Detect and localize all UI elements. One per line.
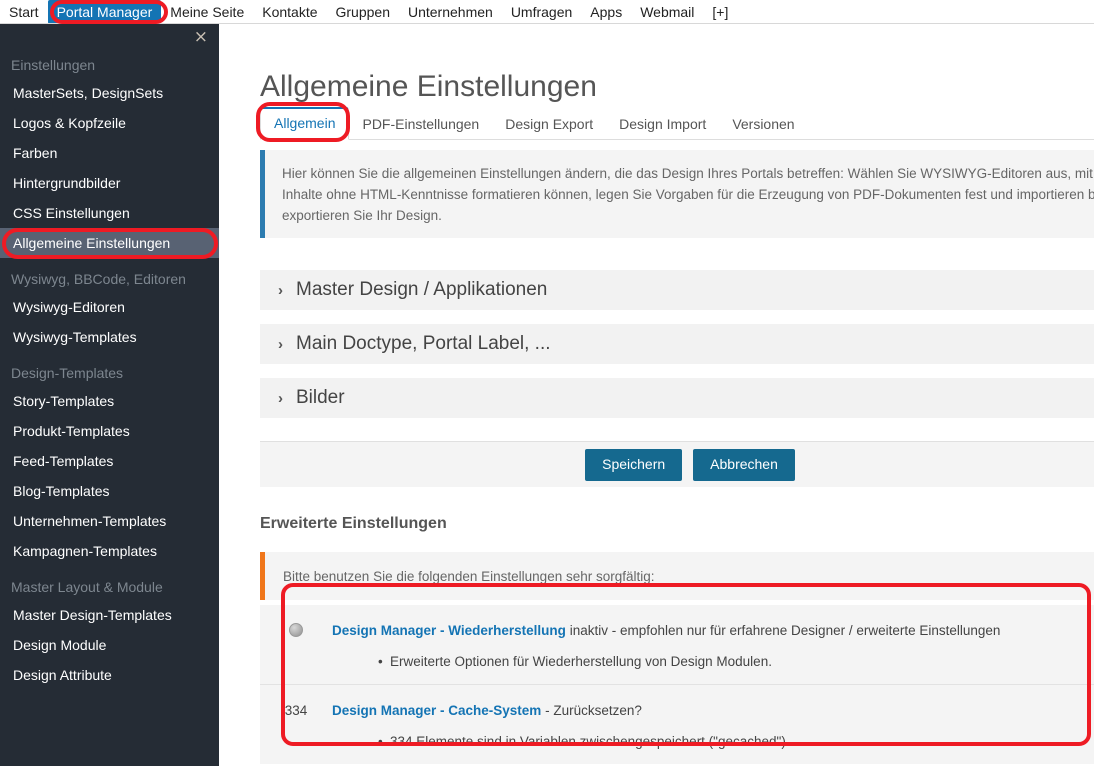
info-alert-line: Inhalte ohne HTML-Kenntnisse formatieren… — [282, 187, 1094, 202]
sidebar-item-allgemeine-einstellungen[interactable]: Allgemeine Einstellungen — [0, 228, 219, 258]
option-bullet-list: Erweiterte Optionen für Wiederherstellun… — [260, 652, 1094, 672]
sidebar-item-farben[interactable]: Farben — [0, 138, 219, 168]
close-icon[interactable]: × — [194, 29, 208, 46]
option-rest-text: - Zurücksetzen? — [541, 703, 642, 718]
tab-bar: Allgemein PDF-Einstellungen Design Export D… — [260, 107, 1094, 140]
sidebar-item-master-design-templates[interactable]: Master Design-Templates — [0, 600, 219, 630]
main-content: Allgemeine Einstellungen Allgemein PDF-Ei… — [219, 24, 1094, 766]
sidebar-item-design-attribute[interactable]: Design Attribute — [0, 660, 219, 690]
sidebar-item-design-module[interactable]: Design Module — [0, 630, 219, 660]
sidebar-menu: Einstellungen MasterSets, DesignSets Logos… — [0, 52, 219, 690]
topnav-item-kontakte[interactable]: Kontakte — [253, 0, 326, 24]
sidebar-item-logos-kopfzeile[interactable]: Logos & Kopfzeile — [0, 108, 219, 138]
sidebar-item-css-einstellungen[interactable]: CSS Einstellungen — [0, 198, 219, 228]
advanced-option-row: Design Manager - Wiederherstellung inakt… — [260, 605, 1094, 684]
accordion-label: Bilder — [296, 387, 345, 408]
sidebar: × Einstellungen MasterSets, DesignSets Log… — [0, 24, 219, 766]
topnav-item-apps[interactable]: Apps — [581, 0, 631, 24]
sidebar-item-wysiwyg-editoren[interactable]: Wysiwyg-Editoren — [0, 292, 219, 322]
option-text: Design Manager - Cache-System - Zurückse… — [332, 701, 642, 720]
option-text: Design Manager - Wiederherstellung inakt… — [332, 621, 1000, 640]
option-rest-text: inaktiv - empfohlen nur für erfahrene De… — [565, 623, 1001, 638]
accordion-main-doctype[interactable]: › Main Doctype, Portal Label, ... — [260, 324, 1094, 364]
sidebar-group-title: Wysiwyg, BBCode, Editoren — [11, 271, 186, 287]
sidebar-item-unternehmen-templates[interactable]: Unternehmen-Templates — [0, 506, 219, 536]
advanced-options-list: Design Manager - Wiederherstellung inakt… — [260, 605, 1094, 764]
advanced-settings-title: Erweiterte Einstellungen — [260, 515, 447, 532]
tab-design-import[interactable]: Design Import — [606, 109, 719, 140]
info-alert-line: exportieren Sie Ihr Design. — [282, 208, 442, 223]
topnav-item-webmail[interactable]: Webmail — [631, 0, 703, 24]
tab-design-export[interactable]: Design Export — [492, 109, 606, 140]
form-button-bar: Speichern Abbrechen — [260, 441, 1094, 487]
topnav-item-umfragen[interactable]: Umfragen — [502, 0, 581, 24]
tab-versionen[interactable]: Versionen — [719, 109, 807, 140]
info-alert-line: Hier können Sie die allgemeinen Einstell… — [282, 166, 1094, 181]
sidebar-group-title: Master Layout & Module — [11, 579, 163, 595]
option-link[interactable]: Design Manager - Wiederherstellung — [332, 623, 566, 638]
sidebar-item-feed-templates[interactable]: Feed-Templates — [0, 446, 219, 476]
topnav-item-portal-manager[interactable]: Portal Manager — [47, 0, 162, 24]
option-link[interactable]: Design Manager - Cache-System — [332, 703, 541, 718]
chevron-right-icon: › — [278, 335, 283, 353]
accordion-label: Master Design / Applikationen — [296, 279, 548, 300]
chevron-right-icon: › — [278, 389, 283, 407]
save-button[interactable]: Speichern — [585, 448, 683, 481]
advanced-option-row: 334 Design Manager - Cache-System - Zurüc… — [260, 684, 1094, 764]
chevron-right-icon: › — [278, 281, 283, 299]
info-alert: Hier können Sie die allgemeinen Einstell… — [260, 150, 1094, 238]
topnav-item-meine-seite[interactable]: Meine Seite — [161, 0, 253, 24]
topnav-item-unternehmen[interactable]: Unternehmen — [399, 0, 502, 24]
sidebar-group-title: Design-Templates — [11, 365, 124, 381]
tab-pdf-einstellungen[interactable]: PDF-Einstellungen — [349, 109, 492, 140]
sidebar-item-story-templates[interactable]: Story-Templates — [0, 386, 219, 416]
sidebar-item-produkt-templates[interactable]: Produkt-Templates — [0, 416, 219, 446]
sidebar-item-kampagnen-templates[interactable]: Kampagnen-Templates — [0, 536, 219, 566]
accordion-bilder[interactable]: › Bilder — [260, 378, 1094, 418]
sidebar-group-title: Einstellungen — [11, 57, 96, 73]
cache-count-value: 334 — [284, 703, 308, 718]
sidebar-item-mastersets-designsets[interactable]: MasterSets, DesignSets — [0, 78, 219, 108]
cancel-button[interactable]: Abbrechen — [693, 448, 795, 481]
sidebar-item-blog-templates[interactable]: Blog-Templates — [0, 476, 219, 506]
tab-allgemein[interactable]: Allgemein — [260, 107, 350, 140]
warning-alert: Bitte benutzen Sie die folgenden Einstel… — [260, 552, 1094, 600]
topnav-item-[interactable]: [+] — [703, 0, 737, 24]
accordion-label: Main Doctype, Portal Label, ... — [296, 333, 551, 354]
accordion-master-design[interactable]: › Master Design / Applikationen — [260, 270, 1094, 310]
option-marker — [260, 621, 332, 637]
topnav-item-gruppen[interactable]: Gruppen — [327, 0, 399, 24]
option-bullet-list: 334 Elemente sind in Variablen zwischeng… — [260, 732, 1094, 752]
option-bullet-item: Erweiterte Optionen für Wiederherstellun… — [378, 652, 1094, 672]
topnav-item-start[interactable]: Start — [0, 0, 48, 24]
option-marker: 334 — [260, 701, 332, 718]
sidebar-item-wysiwyg-templates[interactable]: Wysiwyg-Templates — [0, 322, 219, 352]
sidebar-item-hintergrundbilder[interactable]: Hintergrundbilder — [0, 168, 219, 198]
option-bullet-item: 334 Elemente sind in Variablen zwischeng… — [378, 732, 1094, 752]
warning-alert-text: Bitte benutzen Sie die folgenden Einstel… — [283, 568, 655, 584]
top-navigation-bar: Start Portal Manager Meine Seite Kontakte Gr… — [0, 0, 1094, 24]
radio-button-icon[interactable] — [289, 623, 303, 637]
page-title: Allgemeine Einstellungen — [260, 70, 597, 104]
